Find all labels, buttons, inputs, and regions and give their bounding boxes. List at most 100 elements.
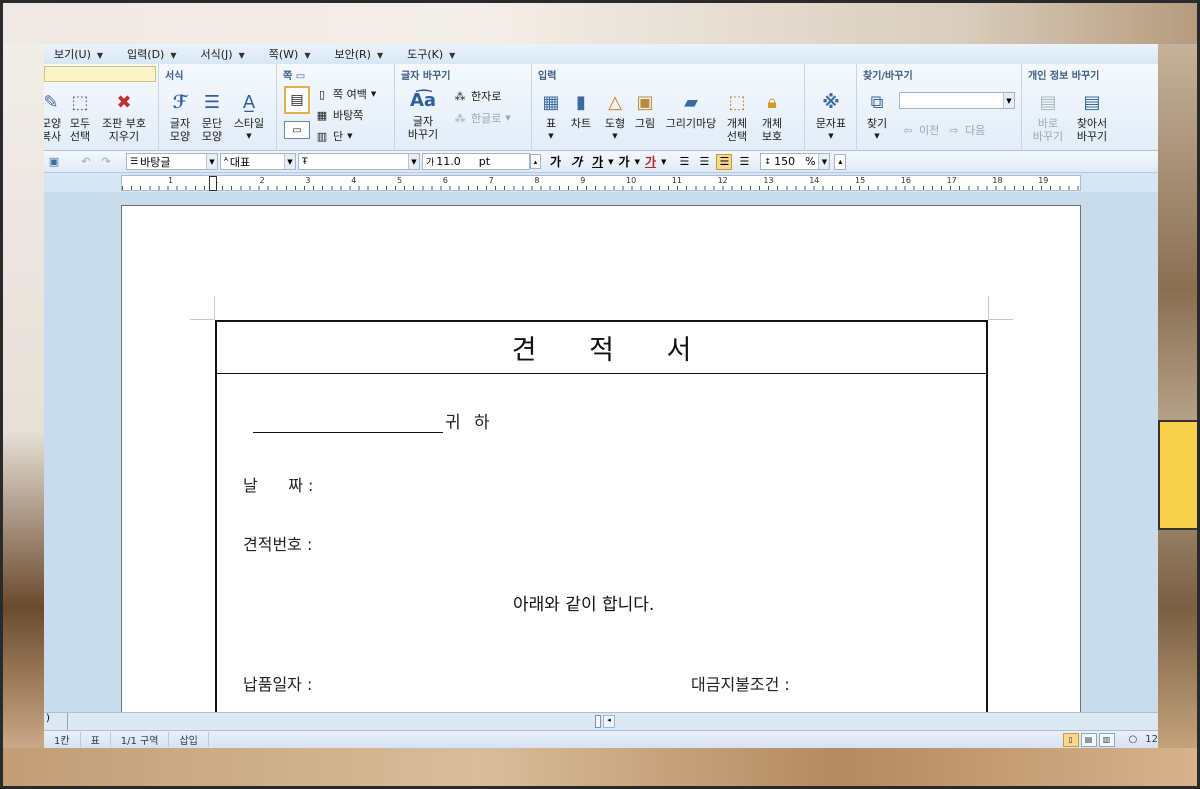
expand-icon: ▭ — [295, 71, 306, 82]
chevron-down-icon[interactable]: ▼ — [608, 158, 613, 166]
save-icon[interactable]: ▣ — [46, 154, 62, 170]
menu-view[interactable]: 보기(U) ▼ — [44, 46, 117, 62]
ruler-number: 6 — [442, 176, 448, 185]
align-center-icon[interactable]: ☰ — [716, 153, 733, 170]
spin-icon[interactable]: ▴ — [834, 153, 847, 170]
style-button[interactable]: A̲ 스타일 ▼ — [229, 90, 269, 143]
draft-view-icon[interactable]: ▤ — [1080, 732, 1097, 747]
chevron-down-icon[interactable]: ▼ — [408, 154, 419, 169]
align-right-icon[interactable]: ☰ — [736, 154, 752, 170]
document-canvas[interactable]: 견 적 서 귀 하 날 짜 : 견적번호 : 아래와 같이 합니다. 납품일자 … — [44, 192, 1158, 712]
ruler-number: 1 — [168, 176, 174, 185]
char-shape-button[interactable]: ℱ 글자 모양 — [165, 90, 195, 143]
chevron-down-icon[interactable]: ▼ — [206, 154, 217, 169]
undo-icon[interactable]: ↶ — [78, 154, 94, 170]
to-hanja-button[interactable]: ⁂ 한자로 — [453, 88, 502, 104]
ruler-number: 4 — [351, 176, 357, 185]
menu-insert[interactable]: 입력(D) ▼ — [117, 46, 190, 62]
language-icon: ᴬ — [224, 156, 228, 167]
horizontal-ruler[interactable]: 112345678910111213141516171819 — [121, 175, 1082, 192]
addressee-blank[interactable] — [253, 432, 443, 433]
ruler-number: 11 — [671, 176, 682, 185]
ruler-number: 16 — [900, 176, 911, 185]
font-select[interactable]: Ŧ ▼ — [298, 153, 420, 170]
chart-icon: ▮ — [576, 91, 586, 113]
chevron-down-icon: ▼ — [246, 132, 252, 140]
chevron-down-icon[interactable]: ▼ — [635, 158, 640, 166]
menu-security[interactable]: 보안(R) ▼ — [324, 46, 397, 62]
background-yellow-object — [1158, 420, 1200, 530]
intro-text: 아래와 같이 합니다. — [513, 595, 655, 615]
page-layout-button[interactable]: ▤ ▭ — [283, 86, 311, 144]
object-protect-button[interactable]: 🔒︎ 개체 보호 — [754, 90, 790, 143]
insert-picture-button[interactable]: ▣ 그림 — [632, 90, 658, 130]
ruler-number: 5 — [397, 176, 403, 185]
ribbon-group-edit: ✎ 모양 복사 ⬚ 모두 선택 ✖ 조판 부호 지우기 — [44, 64, 159, 151]
font-size-input[interactable]: 가 11.0 pt ▴ — [422, 153, 541, 170]
insert-table-button[interactable]: ▦ 표 ▼ — [538, 90, 564, 143]
chevron-down-icon: ▼ — [612, 132, 618, 140]
arrow-right-icon: ⇨ — [949, 123, 959, 137]
ruler-number: 19 — [1038, 176, 1049, 185]
line-spacing-input[interactable]: ↕ 150% ▼ — [760, 153, 831, 170]
find-next-button[interactable]: ⇨ 다음 — [947, 122, 985, 138]
sheet-tab[interactable]: ) — [44, 713, 68, 730]
style-select[interactable]: ☰ 바탕글 ▼ — [126, 153, 218, 170]
quotation-table[interactable]: 견 적 서 귀 하 날 짜 : 견적번호 : 아래와 같이 합니다. 납품일자 … — [215, 320, 988, 712]
chevron-down-icon[interactable]: ▼ — [1003, 93, 1014, 108]
gallery-button[interactable]: ▰ 그리기마당 — [660, 90, 722, 130]
find-input[interactable]: ▼ — [899, 92, 1015, 109]
document-page[interactable]: 견 적 서 귀 하 날 짜 : 견적번호 : 아래와 같이 합니다. 납품일자 … — [121, 205, 1081, 712]
document-icon: ▤ — [1039, 91, 1057, 113]
italic-button[interactable]: 가 — [571, 153, 582, 170]
page-view-icon[interactable]: ▯ — [1062, 732, 1079, 747]
scroll-thumb[interactable] — [595, 715, 601, 728]
redo-icon[interactable]: ↷ — [98, 154, 114, 170]
insert-shape-button[interactable]: △ 도형 ▼ — [602, 90, 628, 143]
align-left-icon[interactable]: ☰ — [696, 154, 712, 170]
chevron-down-icon[interactable]: ▼ — [284, 154, 295, 169]
privacy-find-button[interactable]: ▤ 찾아서 바꾸기 — [1070, 90, 1114, 143]
indent-marker[interactable] — [209, 176, 217, 191]
font-color-button[interactable]: 가 — [645, 153, 656, 170]
bold-button[interactable]: 가 — [550, 153, 561, 170]
object-select-button[interactable]: ⬚ 개체 선택 — [722, 90, 752, 143]
char-map-button[interactable]: ※ 문자표 ▼ — [811, 90, 851, 143]
columns-button[interactable]: ▥ 단 ▼ — [315, 128, 353, 144]
select-all-button[interactable]: ⬚ 모두 선택 — [66, 90, 94, 143]
chevron-down-icon: ▼ — [376, 51, 384, 60]
to-hangul-button[interactable]: ⁂ 한글로 ▼ — [453, 110, 511, 126]
language-select[interactable]: ᴬ 대표 ▼ — [220, 153, 296, 170]
underline-button[interactable]: 가 — [592, 153, 603, 170]
hangul-icon: ⁂ — [454, 111, 466, 125]
zoom-icon[interactable]: ○ — [1129, 734, 1138, 745]
master-page-button[interactable]: ▦ 바탕쪽 — [315, 107, 364, 123]
document-search-icon: ▤ — [1083, 91, 1101, 113]
menu-tools[interactable]: 도구(K) ▼ — [397, 46, 469, 62]
horizontal-scrollbar[interactable]: ) ◂ — [44, 712, 1158, 730]
strike-button[interactable]: 가 — [619, 153, 630, 170]
chevron-down-icon[interactable]: ▼ — [818, 154, 830, 169]
menu-format[interactable]: 서식(J) ▼ — [190, 46, 258, 62]
erase-marks-button[interactable]: ✖ 조판 부호 지우기 — [96, 90, 152, 143]
ruler-number: 8 — [534, 176, 540, 185]
para-shape-button[interactable]: ☰ 문단 모양 — [197, 90, 227, 143]
insert-mode[interactable]: 삽입 — [169, 732, 209, 747]
privacy-direct-button[interactable]: ▤ 바로 바꾸기 — [1028, 90, 1068, 143]
ribbon-group-charmap: ※ 문자표 ▼ — [805, 64, 857, 151]
find-prev-button[interactable]: ⇦ 이전 — [901, 122, 939, 138]
web-view-icon[interactable]: ▥ — [1098, 732, 1115, 747]
chevron-down-icon[interactable]: ▼ — [661, 158, 666, 166]
page-margin-button[interactable]: ▯ 쪽 여백 ▼ — [315, 86, 376, 102]
menu-page[interactable]: 쪽(W) ▼ — [259, 46, 325, 62]
find-button[interactable]: ⧉ 찾기 ▼ — [863, 90, 891, 143]
insert-chart-button[interactable]: ▮ 차트 — [568, 90, 594, 130]
quote-number-label: 견적번호 : — [243, 535, 313, 554]
align-justify-icon[interactable]: ☰ — [676, 154, 692, 170]
quick-input-box[interactable] — [44, 66, 156, 82]
spin-icon[interactable]: ▴ — [530, 154, 541, 169]
scroll-left-button[interactable]: ◂ — [603, 715, 615, 728]
menu-bar: 보기(U) ▼ 입력(D) ▼ 서식(J) ▼ 쪽(W) ▼ 보안(R) ▼ 도구(K) ▼ — [44, 44, 1158, 64]
copy-format-button[interactable]: ✎ 모양 복사 — [44, 90, 64, 143]
char-convert-button[interactable]: A͡a 글자 바꾸기 — [401, 88, 445, 141]
